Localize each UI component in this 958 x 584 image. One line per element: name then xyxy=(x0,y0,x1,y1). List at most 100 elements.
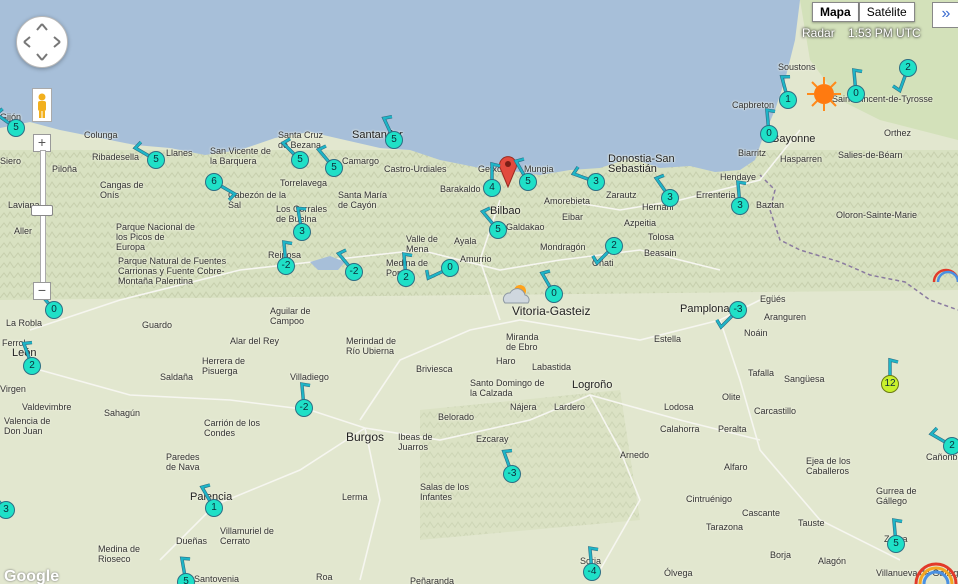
place-label: Merindad de Río Ubierna xyxy=(346,336,397,356)
place-label: Burgos xyxy=(346,430,385,444)
zoom-slider-handle[interactable] xyxy=(31,205,53,216)
street-view-pegman-icon[interactable] xyxy=(32,88,52,122)
station-value: -2 xyxy=(345,263,363,281)
place-label: Paredes de Nava xyxy=(166,452,200,472)
radar-time: 1:53 PM UTC xyxy=(848,26,921,40)
place-label: Guardo xyxy=(142,320,173,330)
station-value: 2 xyxy=(397,269,415,287)
place-label: Roa xyxy=(316,572,333,582)
place-label: Briviesca xyxy=(416,364,453,374)
map-type-map-button[interactable]: Mapa xyxy=(812,2,859,22)
station-value: -3 xyxy=(503,465,521,483)
place-label: Miranda de Ebro xyxy=(506,332,539,352)
station-value: -3 xyxy=(729,301,747,319)
station-value: 5 xyxy=(519,173,537,191)
place-label: Parque Nacional de los Picos de Europa xyxy=(116,222,196,252)
station-value: 0 xyxy=(45,301,63,319)
place-label: Ibeas de Juarros xyxy=(398,432,433,452)
place-label: Belorado xyxy=(438,412,475,422)
place-label: Tolosa xyxy=(648,232,675,242)
station-value: 2 xyxy=(23,357,41,375)
place-label: Aller xyxy=(14,226,33,236)
place-label: Cascante xyxy=(742,508,781,518)
station-value: 1 xyxy=(205,499,223,517)
station-value: 1 xyxy=(779,91,797,109)
place-label: Tafalla xyxy=(748,368,775,378)
place-label: Logroño xyxy=(572,379,613,391)
place-label: Herrera de Pisuerga xyxy=(202,356,246,376)
zoom-out-button[interactable]: − xyxy=(33,282,51,300)
place-label: Estella xyxy=(654,334,682,344)
place-label: Lardero xyxy=(554,402,586,412)
place-label: Ejea de los Caballeros xyxy=(806,456,851,476)
place-label: Santo Domingo de la Calzada xyxy=(470,378,545,398)
place-label: Lerma xyxy=(342,492,368,502)
place-label: Valdevimbre xyxy=(22,402,72,412)
station-value: 5 xyxy=(385,131,403,149)
station-value: 5 xyxy=(489,221,507,239)
place-label: Lodosa xyxy=(664,402,694,412)
station-value: 3 xyxy=(587,173,605,191)
place-label: Aguilar de Campoo xyxy=(270,306,311,326)
place-label: Tarazona xyxy=(706,522,744,532)
place-label: Piloña xyxy=(52,164,78,174)
map-view[interactable]: Gijón Colunga Llanes Ribadesella San Vic… xyxy=(0,0,958,584)
place-label: Sangüesa xyxy=(784,374,825,384)
station-value: 3 xyxy=(661,189,679,207)
radar-label: Radar xyxy=(802,26,835,40)
place-label: Arnedo xyxy=(620,450,650,460)
rainbow-weather-icon[interactable] xyxy=(930,256,958,282)
place-label: Carrión de los Condes xyxy=(204,418,261,438)
place-label: Cintruénigo xyxy=(686,494,733,504)
place-label: Alfaro xyxy=(724,462,748,472)
place-label: Ólvega xyxy=(664,568,693,578)
station-value: -2 xyxy=(295,399,313,417)
place-label: Oloron-Sainte-Marie xyxy=(836,210,918,220)
station-value: 5 xyxy=(887,535,905,553)
place-label: Borja xyxy=(770,550,792,560)
station-value: 2 xyxy=(899,59,917,77)
place-label: Saldaña xyxy=(160,372,194,382)
station-value: -2 xyxy=(277,257,295,275)
place-label: Sahagún xyxy=(104,408,141,418)
station-value: 0 xyxy=(441,259,459,277)
expand-panel-button[interactable]: » xyxy=(932,2,958,28)
place-label: Salas de los Infantes xyxy=(420,482,470,502)
map-type-satellite-button[interactable]: Satélite xyxy=(858,2,915,22)
place-label: Medina de Rioseco xyxy=(98,544,141,564)
place-label: Beasain xyxy=(644,248,677,258)
radar-status: Radar 1:53 PM UTC xyxy=(802,26,921,40)
place-label: Orthez xyxy=(884,128,912,138)
place-label: Carcastillo xyxy=(754,406,797,416)
station-value: 5 xyxy=(7,119,25,137)
place-label: Tauste xyxy=(798,518,825,528)
zoom-slider-track[interactable] xyxy=(40,150,46,284)
place-label: Haro xyxy=(496,356,516,366)
station-value: 2 xyxy=(605,237,623,255)
place-label: Peñaranda xyxy=(410,576,455,584)
station-value: 5 xyxy=(147,151,165,169)
place-label: Peralta xyxy=(718,424,747,434)
station-value: 0 xyxy=(847,85,865,103)
place-label: Parque Natural de Fuentes Carrionas y Fu… xyxy=(118,256,227,286)
station-value: 5 xyxy=(325,159,343,177)
place-label: Valencia de Don Juan xyxy=(4,416,51,436)
place-label: Colunga xyxy=(84,130,118,140)
place-label: Calahorra xyxy=(660,424,700,434)
station-value: 2 xyxy=(943,437,958,455)
place-label: Aranguren xyxy=(764,312,807,322)
place-label: Labastida xyxy=(532,362,572,372)
station-value: 6 xyxy=(205,173,223,191)
place-label: Eibar xyxy=(562,212,584,222)
pan-control[interactable] xyxy=(16,16,68,68)
station-value: -4 xyxy=(583,563,601,581)
place-label: Nájera xyxy=(510,402,537,412)
place-label: Olite xyxy=(722,392,741,402)
google-logo: Google xyxy=(4,568,60,584)
map-type-control: Mapa Satélite xyxy=(812,2,915,22)
place-label: Ezcaray xyxy=(476,434,509,444)
place-label: Gurrea de Gállego xyxy=(876,486,917,506)
place-label: Alagón xyxy=(818,556,847,566)
place-label: Mondragón xyxy=(540,242,586,252)
station-value: 5 xyxy=(177,573,195,584)
